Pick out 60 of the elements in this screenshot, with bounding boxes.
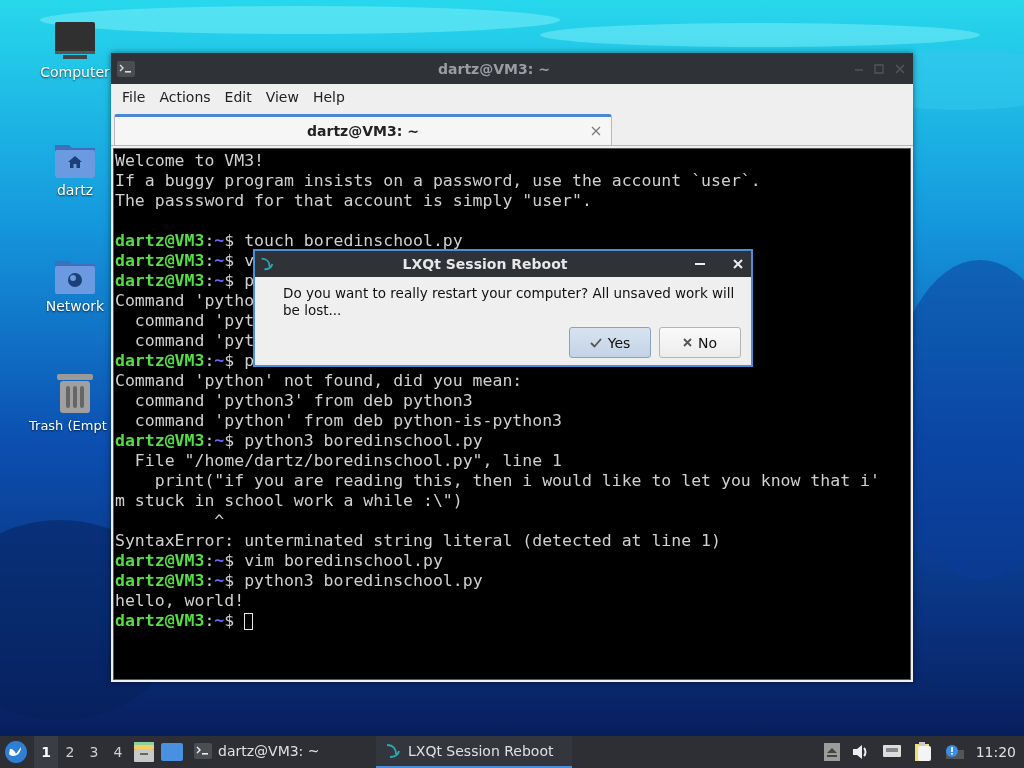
terminal-line: command 'python' from deb python-is-python3 [133, 411, 563, 431]
terminal-tab[interactable]: dartz@VM3: ~ [114, 114, 612, 145]
terminal-line: ^ [213, 511, 225, 531]
terminal-line: command 'pyt [133, 331, 255, 351]
trash-icon [56, 372, 94, 414]
close-icon [682, 338, 692, 347]
terminal-icon [194, 743, 212, 759]
terminal-line: If a buggy program insists on a password, use the account `user`. [115, 171, 761, 191]
task-button[interactable]: dartz@VM3: ~ [186, 736, 376, 768]
menu-item[interactable]: View [258, 89, 306, 105]
terminal-line: m stuck in school work a while :\") [115, 491, 463, 511]
minimize-icon[interactable] [695, 262, 705, 266]
network-icon[interactable] [881, 744, 902, 760]
window-title: dartz@VM3: ~ [437, 60, 551, 77]
no-button[interactable]: No [659, 327, 741, 358]
terminal-line: dartz@VM3:~$ python3 boredinschool.py [115, 571, 483, 591]
workspace-button[interactable]: 4 [106, 736, 130, 768]
home-folder-icon [54, 142, 96, 178]
bird-logo-icon[interactable] [4, 740, 28, 764]
desktop-icon-label[interactable]: Trash (Empt [29, 418, 107, 433]
terminal-line: File "/home/dartz/boredinschool.py", line 1 [133, 451, 563, 471]
clipboard-icon[interactable] [913, 742, 932, 762]
terminal-line: dartz@VM3:~$ vim boredinschool.py [115, 551, 443, 571]
terminal-line: dartz@VM3:~$ python3 boredinschool.py [115, 431, 483, 451]
terminal-line: The passsword for that account is simply "user". [115, 191, 592, 211]
terminal-line: dartz@VM3:~$ v [115, 251, 255, 271]
clock[interactable]: 11:20 [975, 744, 1016, 760]
terminal-line: Welcome to VM3! [115, 151, 264, 171]
terminal-line: Command 'python' not found, did you mean: [115, 371, 523, 391]
swirl-icon [384, 742, 402, 760]
terminal-line: dartz@VM3:~$ touch boredinschool.py [115, 231, 463, 251]
terminal-line: dartz@VM3:~$ p [115, 271, 255, 291]
dialog-title: LXQt Session Reboot [401, 256, 569, 272]
terminal-line: dartz@VM3:~$ [115, 611, 254, 631]
terminal-line: hello, world! [115, 591, 245, 611]
monitor-icon [54, 22, 96, 60]
yes-button[interactable]: Yes [569, 327, 651, 358]
terminal-icon [117, 60, 135, 77]
terminal-line: dartz@VM3:~$ p [115, 351, 255, 371]
terminal-line: print("if you are reading this, then i would like to let you know that i' [153, 471, 880, 491]
workspace-button[interactable]: 3 [82, 736, 106, 768]
menu-item[interactable]: File [115, 89, 153, 105]
workspace-button[interactable]: 1 [34, 736, 58, 768]
dialog-message: Do you want to really restart your computer? All unsaved work will be lost... [282, 284, 736, 319]
terminal-line: command 'pyt [133, 311, 255, 331]
task-button[interactable]: LXQt Session Reboot [376, 736, 572, 768]
swirl-icon [259, 256, 275, 272]
terminal-line: command 'python3' from deb python3 [133, 391, 473, 411]
check-icon [589, 337, 602, 348]
terminal-line: Command 'pytho [115, 291, 255, 311]
info-icon[interactable] [943, 744, 964, 760]
file-cabinet-icon[interactable] [133, 742, 155, 762]
network-folder-icon [54, 258, 96, 294]
menu-item[interactable]: Help [305, 89, 352, 105]
eject-icon[interactable] [823, 743, 840, 761]
workspace-button[interactable]: 2 [58, 736, 82, 768]
menu-item[interactable]: Edit [217, 89, 259, 105]
menu-item[interactable]: Actions [152, 89, 218, 105]
desktop-icon-label[interactable]: Network [45, 298, 105, 314]
terminal-line: SyntaxError: unterminated string literal (detected at line 1) [115, 531, 721, 551]
